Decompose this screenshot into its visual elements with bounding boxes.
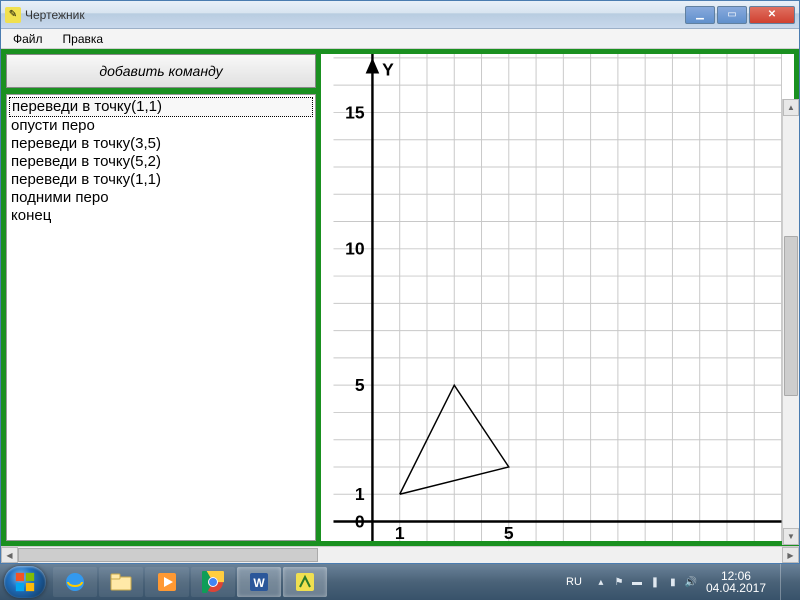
close-button[interactable] (749, 6, 795, 24)
scroll-right-button[interactable]: ▶ (782, 547, 799, 563)
menu-edit[interactable]: Правка (55, 30, 112, 48)
scroll-left-button[interactable]: ◀ (1, 547, 18, 563)
shield-icon[interactable]: ▬ (630, 575, 644, 589)
scroll-h-thumb[interactable] (18, 548, 318, 562)
flag-icon[interactable]: ⚑ (612, 575, 626, 589)
command-list[interactable]: переведи в точку(1,1) опусти перо переве… (6, 94, 316, 541)
volume-icon[interactable]: 🔊 (684, 575, 698, 589)
folder-icon (110, 573, 132, 591)
show-desktop-button[interactable] (780, 564, 790, 600)
taskbar-word[interactable]: W (237, 567, 281, 597)
command-line[interactable]: переведи в точку(5,2) (9, 153, 313, 171)
window-title: Чертежник (25, 8, 683, 22)
svg-text:5: 5 (504, 523, 514, 541)
app-window: ✎ Чертежник Файл Правка добавить команду… (0, 0, 800, 564)
taskbar-chrome[interactable] (191, 567, 235, 597)
drawing-canvas: Y015101515 (321, 54, 794, 541)
tray-up-icon[interactable]: ▴ (594, 575, 608, 589)
svg-text:1: 1 (355, 484, 365, 504)
window-buttons (683, 6, 795, 24)
word-icon: W (248, 571, 270, 593)
tray-icons: ▴ ⚑ ▬ ❚ ▮ 🔊 (594, 575, 698, 589)
svg-text:0: 0 (355, 511, 365, 531)
command-line[interactable]: переведи в точку(3,5) (9, 135, 313, 153)
taskbar-media[interactable] (145, 567, 189, 597)
add-command-button[interactable]: добавить команду (6, 54, 316, 88)
svg-text:5: 5 (355, 375, 365, 395)
system-tray: RU ▴ ⚑ ▬ ❚ ▮ 🔊 12:06 04.04.2017 (562, 564, 796, 600)
horizontal-scrollbar[interactable]: ◀ ▶ (1, 546, 799, 563)
scroll-track[interactable] (783, 116, 799, 528)
taskbar-app[interactable] (283, 567, 327, 597)
drafter-icon (294, 571, 316, 593)
app-icon: ✎ (5, 7, 21, 23)
media-icon (156, 571, 178, 593)
vertical-scrollbar[interactable]: ▲ ▼ (782, 99, 799, 545)
plot: Y015101515 (321, 54, 794, 541)
ie-icon (64, 571, 86, 593)
command-line[interactable]: подними перо (9, 189, 313, 207)
svg-text:Y: Y (382, 59, 394, 79)
scroll-down-button[interactable]: ▼ (783, 528, 799, 545)
menubar: Файл Правка (1, 29, 799, 49)
start-button[interactable] (4, 566, 46, 598)
network-icon[interactable]: ❚ (648, 575, 662, 589)
command-line[interactable]: конец (9, 207, 313, 225)
command-panel: добавить команду переведи в точку(1,1) о… (6, 54, 316, 541)
clock[interactable]: 12:06 04.04.2017 (706, 570, 766, 594)
svg-text:15: 15 (345, 102, 365, 122)
command-line[interactable]: опусти перо (9, 117, 313, 135)
scroll-thumb[interactable] (784, 236, 798, 396)
menu-file[interactable]: Файл (5, 30, 51, 48)
command-line[interactable]: переведи в точку(1,1) (9, 97, 313, 117)
taskbar-ie[interactable] (53, 567, 97, 597)
svg-text:W: W (253, 576, 265, 590)
taskbar-explorer[interactable] (99, 567, 143, 597)
taskbar[interactable]: W RU ▴ ⚑ ▬ ❚ ▮ 🔊 12:06 04.04.2017 (0, 564, 800, 600)
scroll-h-track[interactable] (18, 547, 782, 563)
scroll-up-button[interactable]: ▲ (783, 99, 799, 116)
maximize-button[interactable] (717, 6, 747, 24)
clock-date: 04.04.2017 (706, 582, 766, 594)
command-line[interactable]: переведи в точку(1,1) (9, 171, 313, 189)
language-indicator[interactable]: RU (562, 574, 586, 590)
titlebar[interactable]: ✎ Чертежник (1, 1, 799, 29)
windows-logo-icon (14, 571, 36, 593)
minimize-button[interactable] (685, 6, 715, 24)
svg-text:10: 10 (345, 239, 365, 259)
chrome-icon (202, 571, 224, 593)
battery-icon[interactable]: ▮ (666, 575, 680, 589)
svg-text:1: 1 (395, 523, 405, 541)
content-area: добавить команду переведи в точку(1,1) о… (1, 49, 799, 546)
app-body: добавить команду переведи в точку(1,1) о… (1, 49, 799, 563)
